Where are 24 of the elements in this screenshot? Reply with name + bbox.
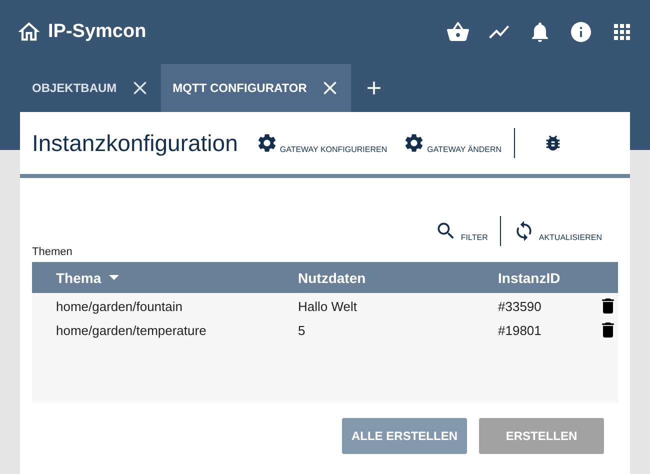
column-header[interactable]: Nutzdaten [298,270,498,286]
gateway-button[interactable]: GATEWAY KONFIGURIEREN [248,132,396,154]
table-cell-text: home/garden/fountain [56,298,184,316]
table-cell-text: 5 [298,322,306,340]
panel-title: Instanzkonfiguration [32,130,238,156]
column-header[interactable]: InstanzID [498,270,598,286]
app-title: IP-Symcon [48,21,146,43]
table-cell-text: #33590 [498,298,542,316]
table-cell-text: Hallo Welt [298,298,358,316]
table-cell-text: home/garden/temperature [56,322,208,340]
tab[interactable]: OBJEKTBAUM [20,64,161,112]
gear-icon [256,132,278,154]
basket-icon[interactable] [446,20,470,44]
list-label: Themen [31,246,74,258]
gear-icon [403,132,426,154]
tab[interactable]: MQTT CONFIGURATOR [160,64,351,112]
refresh-button[interactable]: AKTUALISIEREN [504,220,610,242]
gateway-button[interactable]: GATEWAY ÄNDERN [395,132,510,154]
sort-caret-icon [109,275,120,280]
column-header[interactable]: Thema [56,270,298,286]
filter-button[interactable]: FILTER [426,220,496,242]
info-icon[interactable] [569,20,593,44]
create-button[interactable]: ALLE ERSTELLEN [342,418,467,454]
table-cell-text: #19801 [498,322,542,340]
